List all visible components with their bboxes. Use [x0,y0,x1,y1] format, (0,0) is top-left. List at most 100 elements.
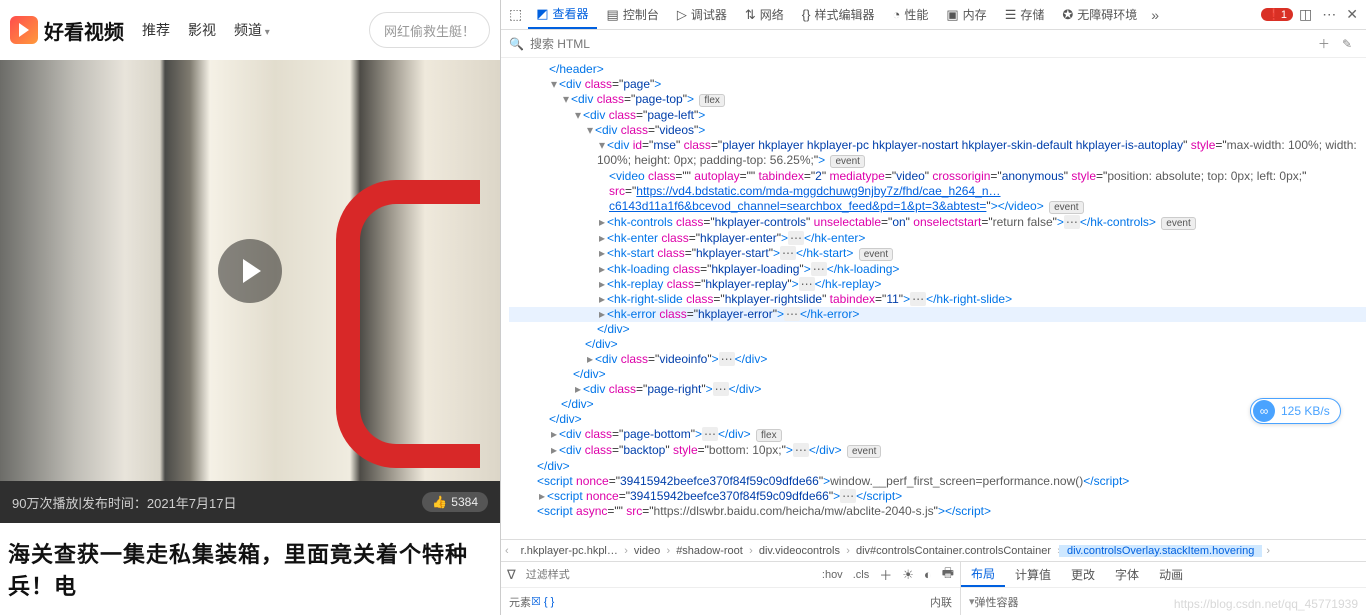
crumb[interactable]: div.videocontrols [751,545,848,557]
twisty-icon[interactable]: ▸ [597,215,607,230]
thumb-up-icon: 👍 [432,495,447,509]
a11y-icon: ✪ [1062,7,1073,23]
tree-line: ▾<div class="page-top"> flex [509,92,1366,108]
hov-toggle[interactable]: :hov [822,569,843,581]
tab-console[interactable]: ▤控制台 [599,0,667,29]
filter-icon: ∇ [507,567,516,583]
rtab-computed[interactable]: 计算值 [1005,562,1061,587]
crumb[interactable]: video [626,545,668,557]
crumb-right-icon[interactable]: › [1262,545,1274,557]
twisty-icon[interactable]: ▸ [597,262,607,277]
event-badge[interactable]: event [847,445,881,458]
event-badge[interactable]: event [1161,217,1195,230]
print-icon[interactable]: 🖶 [942,564,954,586]
dock-icon[interactable]: ◫ [1295,6,1316,23]
event-badge[interactable]: event [1049,201,1083,214]
twisty-icon[interactable]: ▾ [561,92,571,107]
light-icon[interactable]: ☀ [902,567,914,583]
element-label: 元素 [509,594,531,610]
like-button[interactable]: 👍 5384 [422,492,488,512]
nav-film[interactable]: 影视 [188,20,216,40]
nav-recommend[interactable]: 推荐 [142,20,170,40]
tree-line-selected: ▸<hk-error class="hkplayer-error">⋯</hk-… [509,307,1366,322]
tree-line: </div> [509,412,1366,427]
rtab-layout[interactable]: 布局 [961,562,1005,587]
tab-storage[interactable]: ☰存储 [997,0,1053,29]
layout-pane: 布局 计算值 更改 字体 动画 ▾ 弹性容器 [961,562,1366,615]
tree-line: ▸<hk-start class="hkplayer-start">⋯</hk-… [509,246,1366,262]
cloud-icon: ∞ [1253,400,1275,422]
event-badge[interactable]: event [859,248,893,261]
flex-section[interactable]: 弹性容器 [975,594,1019,610]
devtools-panel: ⬚ ◩查看器 ▤控制台 ▷调试器 ⇅网络 {}样式编辑器 ◔性能 ▣内存 ☰存储… [500,0,1366,615]
twisty-icon[interactable]: ▾ [597,138,607,153]
nav-channels[interactable]: 频道 [234,20,270,40]
contrast-icon[interactable]: ◐ [924,567,932,582]
crumb[interactable]: #shadow-root [668,545,751,557]
edit-icon[interactable]: ✎ [1336,37,1358,51]
tree-line: ▾<div class="videos"> [509,123,1366,138]
tree-line: ▸<hk-right-slide class="hkplayer-rightsl… [509,292,1366,307]
crumb-selected[interactable]: div.controlsOverlay.stackItem.hovering [1059,545,1262,557]
twisty-icon[interactable]: ▾ [573,108,583,123]
twisty-icon[interactable]: ▸ [597,292,607,307]
perf-icon: ◔ [893,7,901,22]
twisty-icon[interactable]: ▾ [549,77,559,92]
hk-search[interactable]: 网红偷救生艇！ [369,12,490,48]
search-placeholder: 网红偷救生艇！ [384,21,475,40]
cls-toggle[interactable]: .cls [853,569,870,581]
play-button-icon[interactable] [218,239,282,303]
twisty-icon[interactable]: ▸ [585,352,595,367]
tab-network[interactable]: ⇅网络 [737,0,792,29]
add-node-icon[interactable]: ＋ [1312,35,1336,52]
tab-memory[interactable]: ▣内存 [938,0,994,29]
twisty-icon[interactable]: ▾ [585,123,595,138]
tab-performance[interactable]: ◔性能 [885,0,937,29]
tab-inspector[interactable]: ◩查看器 [528,0,596,29]
overflow-icon[interactable]: » [1147,7,1163,23]
tab-style-editor[interactable]: {}样式编辑器 [794,0,883,29]
crumb-left-icon[interactable]: ‹ [501,545,513,557]
console-icon: ▤ [607,7,619,23]
event-badge[interactable]: event [830,155,864,168]
twisty-icon[interactable]: ▸ [597,246,607,261]
video-player[interactable] [0,60,500,481]
tree-line: ▸<hk-enter class="hkplayer-enter">⋯</hk-… [509,231,1366,246]
tree-line: <script nonce="39415942beefce370f84f59c0… [509,474,1366,489]
tree-line: </div> [509,367,1366,382]
right-tabs: 布局 计算值 更改 字体 动画 [961,562,1366,588]
rtab-changes[interactable]: 更改 [1061,562,1105,587]
rtab-fonts[interactable]: 字体 [1105,562,1149,587]
tree-line: ▸<hk-controls class="hkplayer-controls" … [509,215,1366,231]
twisty-icon[interactable]: ▸ [597,307,607,322]
crumb[interactable]: r.hkplayer-pc.hkpl… [513,545,626,557]
twisty-icon[interactable]: ▸ [597,231,607,246]
hk-logo[interactable]: 好看视频 [10,16,124,45]
memory-icon: ▣ [946,7,958,23]
kebab-icon[interactable]: ⋯ [1318,6,1340,23]
download-speed-pill[interactable]: ∞ 125 KB/s [1250,398,1341,424]
twisty-icon[interactable]: ▸ [549,427,559,442]
tree-line: <video class="" autoplay="" tabindex="2"… [509,169,1366,215]
twisty-icon[interactable]: ▸ [597,277,607,292]
close-icon[interactable]: ✕ [1342,6,1362,23]
flex-badge[interactable]: flex [756,429,782,442]
tab-a11y[interactable]: ✪无障碍环境 [1054,0,1145,29]
dom-tree[interactable]: </header> ▾<div class="page"> ▾<div clas… [501,58,1366,539]
twisty-icon[interactable]: ▸ [537,489,547,504]
picker-icon[interactable]: ⬚ [505,6,526,23]
plus-icon[interactable]: ＋ [879,565,892,584]
filter-input[interactable] [526,569,812,581]
brand-text: 好看视频 [44,16,124,45]
tab-debugger[interactable]: ▷调试器 [669,0,735,29]
error-badge[interactable]: ❗1 [1261,8,1293,21]
inline-label: 内联 [930,594,952,610]
tree-line: ▸<hk-replay class="hkplayer-replay">⋯</h… [509,277,1366,292]
rtab-anim[interactable]: 动画 [1149,562,1193,587]
twisty-icon[interactable]: ▸ [549,443,559,458]
twisty-icon[interactable]: ▸ [573,382,583,397]
crumb[interactable]: div#controlsContainer.controlsContainer [848,545,1059,557]
network-icon: ⇅ [745,7,756,23]
html-search-input[interactable] [530,37,1312,51]
flex-badge[interactable]: flex [699,94,725,107]
